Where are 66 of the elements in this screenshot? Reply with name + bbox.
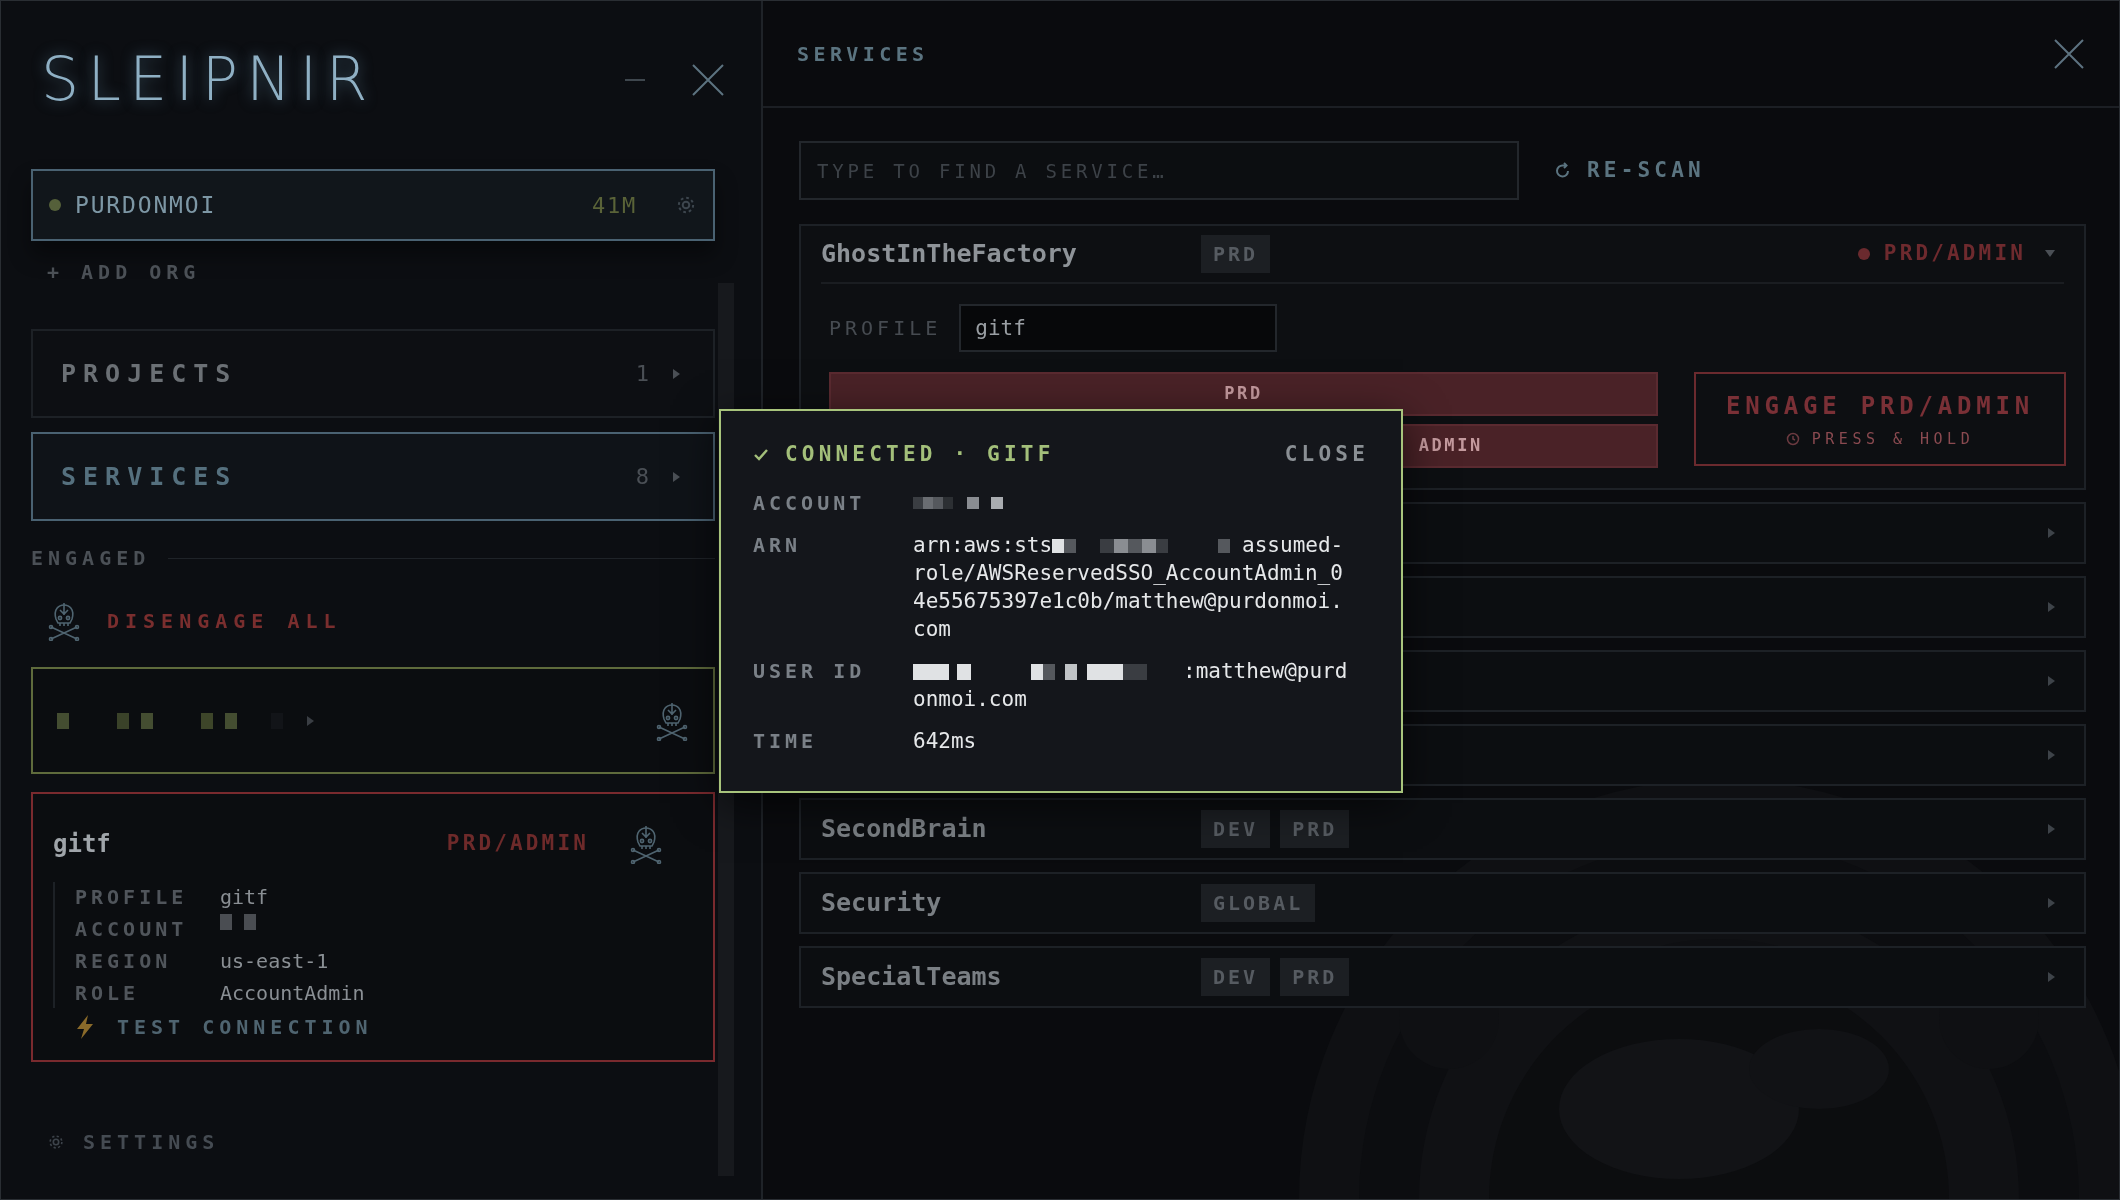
engage-button[interactable]: ENGAGE PRD/ADMIN PRESS & HOLD <box>1694 372 2066 466</box>
engaged-name: gitf <box>53 829 111 860</box>
env-tag: GLOBAL <box>1201 884 1316 922</box>
section-title: ENGAGED <box>31 545 151 572</box>
detail-value: us-east-1 <box>220 948 330 975</box>
redaction-drawing <box>220 914 256 930</box>
close-icon[interactable] <box>2053 37 2085 70</box>
service-row[interactable]: SpecialTeams DEV PRD <box>799 946 2086 1008</box>
detail-label: ACCOUNT <box>75 916 189 943</box>
service-name: GhostInTheFactory <box>821 238 1078 271</box>
app-logo: SLEIPNIR <box>41 43 376 116</box>
service-name: SecondBrain <box>821 813 988 846</box>
env-tag: DEV <box>1201 810 1271 848</box>
settings-icon[interactable] <box>675 194 697 216</box>
user-id-value: :matthew@purdonmoi.com <box>913 657 1349 713</box>
rescan-button[interactable]: RE-SCAN <box>1555 154 1705 187</box>
status-label: PRD/ADMIN <box>1883 240 2026 268</box>
option-bar[interactable]: PRD <box>829 372 1658 416</box>
panel-title: SERVICES <box>797 40 929 68</box>
role-label: PRD/ADMIN <box>446 830 589 858</box>
add-org-link[interactable]: + ADD ORG <box>47 260 201 284</box>
env-tag: PRD <box>1280 810 1350 848</box>
detail-value: gitf <box>220 884 270 911</box>
service-name: SpecialTeams <box>821 961 1003 994</box>
nav-label: PROJECTS <box>61 357 238 390</box>
nav-label: SERVICES <box>61 460 238 493</box>
field-value: 642ms <box>913 727 978 755</box>
field-label: PROFILE <box>829 315 942 342</box>
nav-count: 8 <box>635 463 649 491</box>
detail-label: REGION <box>75 948 173 975</box>
refresh-icon <box>1555 161 1571 180</box>
detail-label: ROLE <box>75 980 141 1007</box>
field-label: ARN <box>753 531 803 559</box>
field-label: ACCOUNT <box>753 489 867 517</box>
minimize-icon[interactable] <box>625 78 645 82</box>
nav-item[interactable]: PROJECTS 1 <box>31 329 715 418</box>
nav-count: 1 <box>635 360 649 388</box>
field-label: USER ID <box>753 657 867 685</box>
org-age: 41M <box>592 191 637 220</box>
service-name: Security <box>821 887 943 920</box>
lightning-icon <box>75 1014 95 1040</box>
service-row[interactable]: SecondBrain DEV PRD <box>799 798 2086 860</box>
engaged-item[interactable] <box>31 667 715 774</box>
env-tag: PRD <box>1201 235 1271 273</box>
clock-icon <box>1785 432 1800 446</box>
org-item[interactable]: PURDONMOI 41M <box>31 169 715 241</box>
check-icon <box>753 447 769 462</box>
close-button[interactable]: CLOSE <box>1284 439 1369 471</box>
close-icon[interactable] <box>691 63 725 97</box>
nav-item[interactable]: SERVICES 8 <box>31 432 715 521</box>
test-connection-button[interactable]: TEST CONNECTION <box>75 1012 693 1042</box>
org-name: PURDONMOI <box>75 190 217 220</box>
env-tag: PRD <box>1280 958 1350 996</box>
detail-label: PROFILE <box>75 884 189 911</box>
profile-field[interactable]: gitf <box>959 304 1278 352</box>
skull-crossbones-icon[interactable] <box>629 824 663 864</box>
settings-icon[interactable] <box>47 1133 65 1151</box>
arn-value: arn:aws:sts assumed-role/AWSReservedSSO_AccountAdmin_04e55675397e1c0b/matthew@purdonmoi.com <box>913 531 1345 643</box>
detail-value: AccountAdmin <box>220 980 366 1007</box>
env-tag: DEV <box>1201 958 1271 996</box>
popup-title: CONNECTED · GITF <box>785 441 1055 468</box>
skull-crossbones-icon[interactable] <box>655 700 689 741</box>
service-row[interactable]: Security GLOBAL <box>799 872 2086 934</box>
settings-link[interactable]: SETTINGS <box>31 1127 715 1157</box>
skull-crossbones-icon[interactable] <box>47 601 81 641</box>
field-label: TIME <box>753 727 819 755</box>
